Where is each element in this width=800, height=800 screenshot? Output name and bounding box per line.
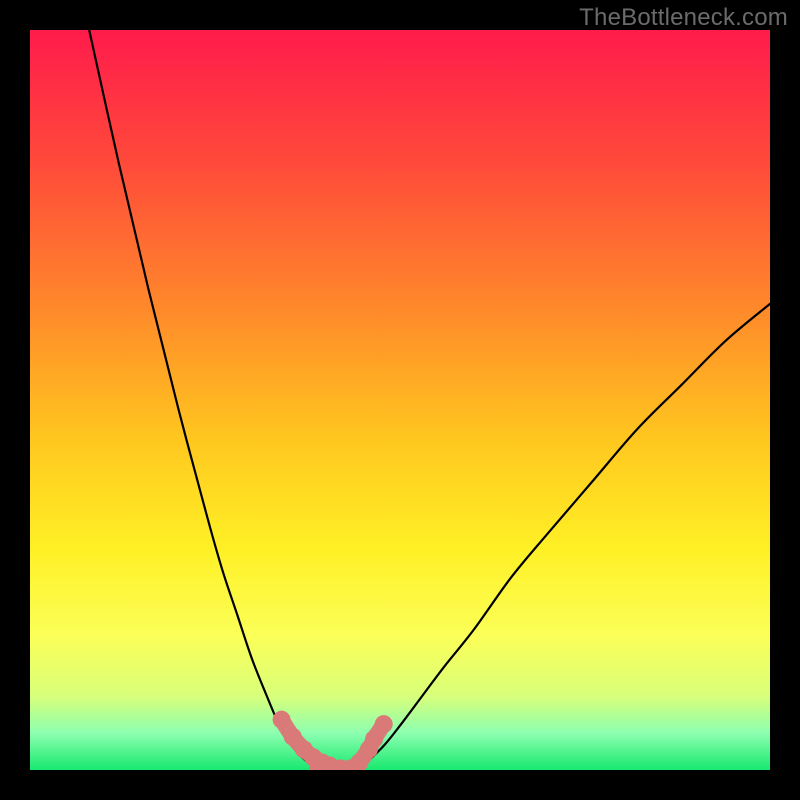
markers-right-point xyxy=(375,715,393,733)
chart-svg xyxy=(30,30,770,770)
markers-left-point xyxy=(273,711,291,729)
watermark-text: TheBottleneck.com xyxy=(579,4,788,32)
chart-frame: TheBottleneck.com xyxy=(0,0,800,800)
markers-right-point xyxy=(365,730,383,748)
chart-plot-area xyxy=(30,30,770,770)
